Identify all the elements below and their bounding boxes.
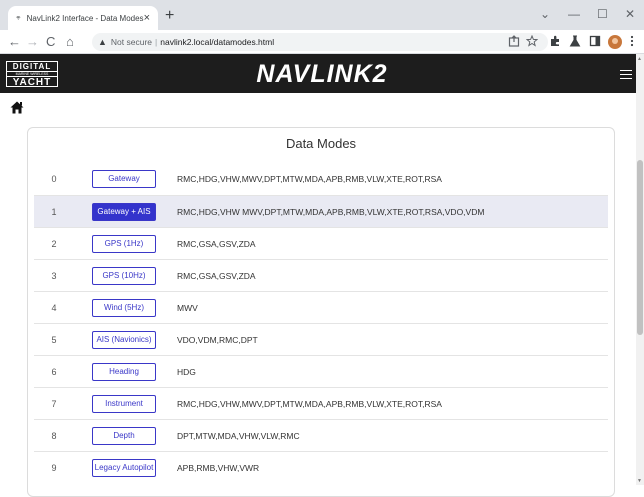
page-title: Data Modes — [285, 136, 357, 151]
data-mode-row: 4 Wind (5Hz) MWV — [34, 291, 608, 323]
browser-toolbar: ← → C ⌂ ▲ Not secure | navlink2.local/da… — [0, 30, 644, 54]
address-bar[interactable]: ▲ Not secure | navlink2.local/datamodes.… — [92, 33, 548, 51]
mode-number: 1 — [51, 207, 57, 217]
mode-sentences: APB,RMB,VHW,VWR — [177, 463, 260, 473]
warning-icon[interactable]: ▲ — [98, 37, 107, 47]
data-modes-card: Data Modes 0 Gateway RMC,HDG,VHW,MWV,DPT,M… — [27, 127, 615, 497]
star-icon[interactable] — [526, 35, 538, 47]
hamburger-menu-icon[interactable] — [620, 70, 632, 79]
mode-number: 4 — [51, 303, 57, 313]
mode-sentences: VDO,VDM,RMC,DPT — [177, 335, 258, 345]
mode-number: 8 — [51, 431, 57, 441]
mode-sentences: RMC,HDG,VHW,MWV,DPT,MTW,MDA,APB,RMB,VLW,… — [177, 174, 442, 184]
mode-select-button[interactable]: Gateway — [92, 170, 156, 188]
mode-sentences: RMC,HDG,VHW MWV,DPT,MTW,MDA,APB,RMB,VLW,… — [177, 207, 485, 217]
mode-select-button[interactable]: Gateway + AIS — [92, 203, 156, 221]
mode-sentences: RMC,GSA,GSV,ZDA — [177, 239, 256, 249]
address-separator: | — [155, 37, 158, 47]
mode-number: 0 — [51, 174, 57, 184]
data-mode-row: 9 Legacy Autopilot APB,RMB,VHW,VWR — [34, 451, 608, 483]
minimize-button[interactable]: — — [568, 7, 580, 21]
mode-select-button[interactable]: GPS (1Hz) — [92, 235, 156, 253]
mode-number: 6 — [51, 367, 57, 377]
mode-select-button[interactable]: Depth — [92, 427, 156, 445]
mode-select-button[interactable]: Legacy Autopilot — [92, 459, 156, 477]
browser-tabstrip: NavLink2 Interface - Data Modes × + ⌄ — … — [0, 0, 644, 30]
kebab-menu-icon[interactable] — [629, 35, 635, 47]
scroll-up-icon[interactable]: ▲ — [637, 56, 642, 62]
mode-number: 2 — [51, 239, 57, 249]
wifi-icon — [16, 16, 21, 20]
mode-sentences: MWV — [177, 303, 198, 313]
reload-button[interactable]: C — [46, 34, 55, 50]
mode-select-button[interactable]: GPS (10Hz) — [92, 267, 156, 285]
data-mode-row: 2 GPS (1Hz) RMC,GSA,GSV,ZDA — [34, 227, 608, 259]
data-mode-row: 6 Heading HDG — [34, 355, 608, 387]
forward-button[interactable]: → — [26, 34, 39, 50]
mode-sentences: RMC,HDG,VHW,MWV,DPT,MTW,MDA,APB,RMB,VLW,… — [177, 399, 442, 409]
maximize-button[interactable]: ☐ — [597, 7, 608, 21]
data-mode-row: 5 AIS (Navionics) VDO,VDM,RMC,DPT — [34, 323, 608, 355]
tab-search-icon[interactable]: ⌄ — [540, 7, 550, 21]
back-button[interactable]: ← — [8, 34, 21, 50]
mode-select-button[interactable]: AIS (Navionics) — [92, 331, 156, 349]
data-mode-row: 3 GPS (10Hz) RMC,GSA,GSV,ZDA — [34, 259, 608, 291]
navlink2-brand: NAVLINK2 — [256, 60, 388, 88]
mode-number: 3 — [51, 271, 57, 281]
lab-icon[interactable] — [569, 35, 581, 47]
mode-sentences: DPT,MTW,MDA,VHW,VLW,RMC — [177, 431, 300, 441]
mode-sentences: RMC,GSA,GSV,ZDA — [177, 271, 256, 281]
home-icon[interactable] — [10, 101, 24, 114]
share-icon[interactable] — [508, 35, 520, 47]
mode-select-button[interactable]: Wind (5Hz) — [92, 299, 156, 317]
data-mode-row: 8 Depth DPT,MTW,MDA,VHW,VLW,RMC — [34, 419, 608, 451]
browser-tab[interactable]: NavLink2 Interface - Data Modes × — [8, 6, 158, 30]
sidebar-icon[interactable] — [589, 35, 601, 47]
url-text[interactable]: navlink2.local/datamodes.html — [160, 37, 274, 47]
mode-select-button[interactable]: Instrument — [92, 395, 156, 413]
data-mode-row: 1 Gateway + AIS RMC,HDG,VHW MWV,DPT,MTW,MD… — [34, 195, 608, 227]
window-close-button[interactable]: ✕ — [625, 7, 635, 21]
mode-select-button[interactable]: Heading — [92, 363, 156, 381]
mode-sentences: HDG — [177, 367, 196, 377]
mode-number: 7 — [51, 399, 57, 409]
site-header: DIGITAL MARINE WIRELESS YACHT NAVLINK2 — [0, 54, 644, 93]
tab-title: NavLink2 Interface - Data Modes — [26, 13, 144, 23]
extensions-icon[interactable] — [549, 35, 561, 47]
data-modes-list: 0 Gateway RMC,HDG,VHW,MWV,DPT,MTW,MDA,APB,… — [34, 163, 608, 483]
page-scrollbar[interactable]: ▲ ▼ — [636, 54, 644, 485]
home-button[interactable]: ⌂ — [66, 34, 74, 50]
tab-close-icon[interactable]: × — [144, 12, 150, 24]
new-tab-button[interactable]: + — [165, 7, 174, 25]
scroll-down-icon[interactable]: ▼ — [637, 478, 642, 484]
mode-number: 9 — [51, 463, 57, 473]
security-status[interactable]: Not secure — [111, 37, 152, 47]
mode-number: 5 — [51, 335, 57, 345]
data-mode-row: 0 Gateway RMC,HDG,VHW,MWV,DPT,MTW,MDA,APB,… — [34, 163, 608, 195]
scrollbar-thumb[interactable] — [637, 160, 643, 335]
data-mode-row: 7 Instrument RMC,HDG,VHW,MWV,DPT,MTW,MDA,A… — [34, 387, 608, 419]
profile-avatar[interactable] — [608, 35, 622, 49]
